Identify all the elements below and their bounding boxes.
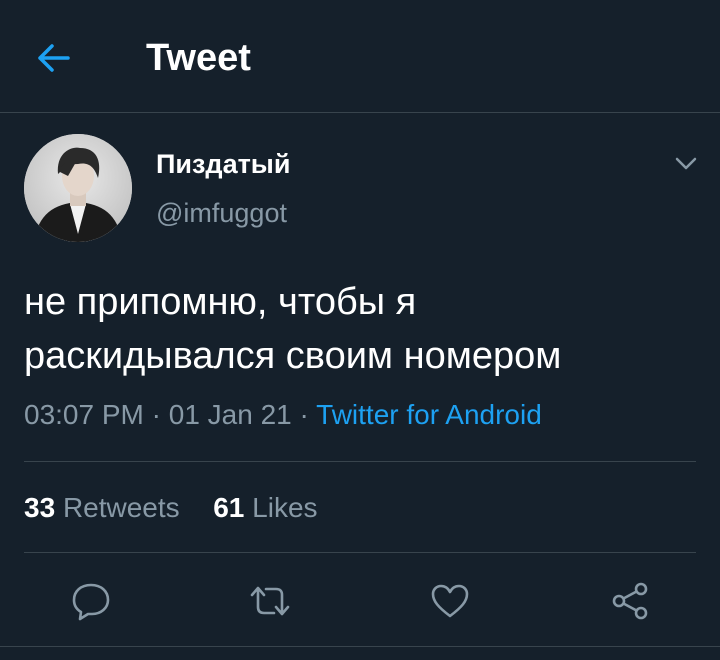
tweet-date: 01 Jan 21: [168, 399, 292, 430]
tweet-options-button[interactable]: [668, 148, 704, 180]
retweet-button[interactable]: [243, 574, 297, 628]
tweet-actions: [0, 574, 720, 628]
chevron-down-icon: [675, 157, 697, 170]
retweet-icon: [250, 586, 290, 616]
tweet-meta: 03:07 PM · 01 Jan 21 · Twitter for Andro…: [24, 397, 542, 433]
like-button[interactable]: [423, 574, 477, 628]
reply-icon: [72, 583, 110, 621]
likes-count: 61: [213, 492, 245, 523]
back-button[interactable]: [34, 38, 74, 78]
avatar[interactable]: [24, 134, 132, 242]
page-title: Tweet: [146, 37, 251, 79]
retweets-label: Retweets: [62, 492, 180, 523]
likes-label: Likes: [252, 492, 318, 523]
tweet-stats: 33 Retweets 61 Likes: [24, 490, 318, 526]
divider: [24, 552, 696, 553]
share-button[interactable]: [603, 574, 657, 628]
meta-separator: ·: [299, 399, 309, 430]
tweet-text: не припомню, чтобы я раскидывался своим …: [24, 281, 562, 377]
top-bar: Tweet: [0, 0, 720, 113]
tweet-source-link[interactable]: Twitter for Android: [316, 399, 542, 430]
reply-button[interactable]: [64, 574, 118, 628]
avatar-photo-icon: [24, 134, 132, 242]
likes-stat[interactable]: 61 Likes: [213, 490, 317, 526]
like-icon: [431, 584, 469, 618]
divider: [24, 461, 696, 462]
retweets-stat[interactable]: 33 Retweets: [24, 490, 180, 526]
meta-separator: ·: [151, 399, 161, 430]
author-display-name[interactable]: Пиздатый: [156, 148, 290, 180]
tweet-time: 03:07 PM: [24, 399, 144, 430]
divider: [0, 646, 720, 647]
author-handle[interactable]: @imfuggot: [156, 196, 287, 230]
share-icon: [612, 582, 648, 620]
arrow-left-icon: [38, 44, 70, 72]
retweets-count: 33: [24, 492, 56, 523]
tweet-page: Tweet Пиздатый @imfuggot не припомню, чт…: [0, 0, 720, 660]
